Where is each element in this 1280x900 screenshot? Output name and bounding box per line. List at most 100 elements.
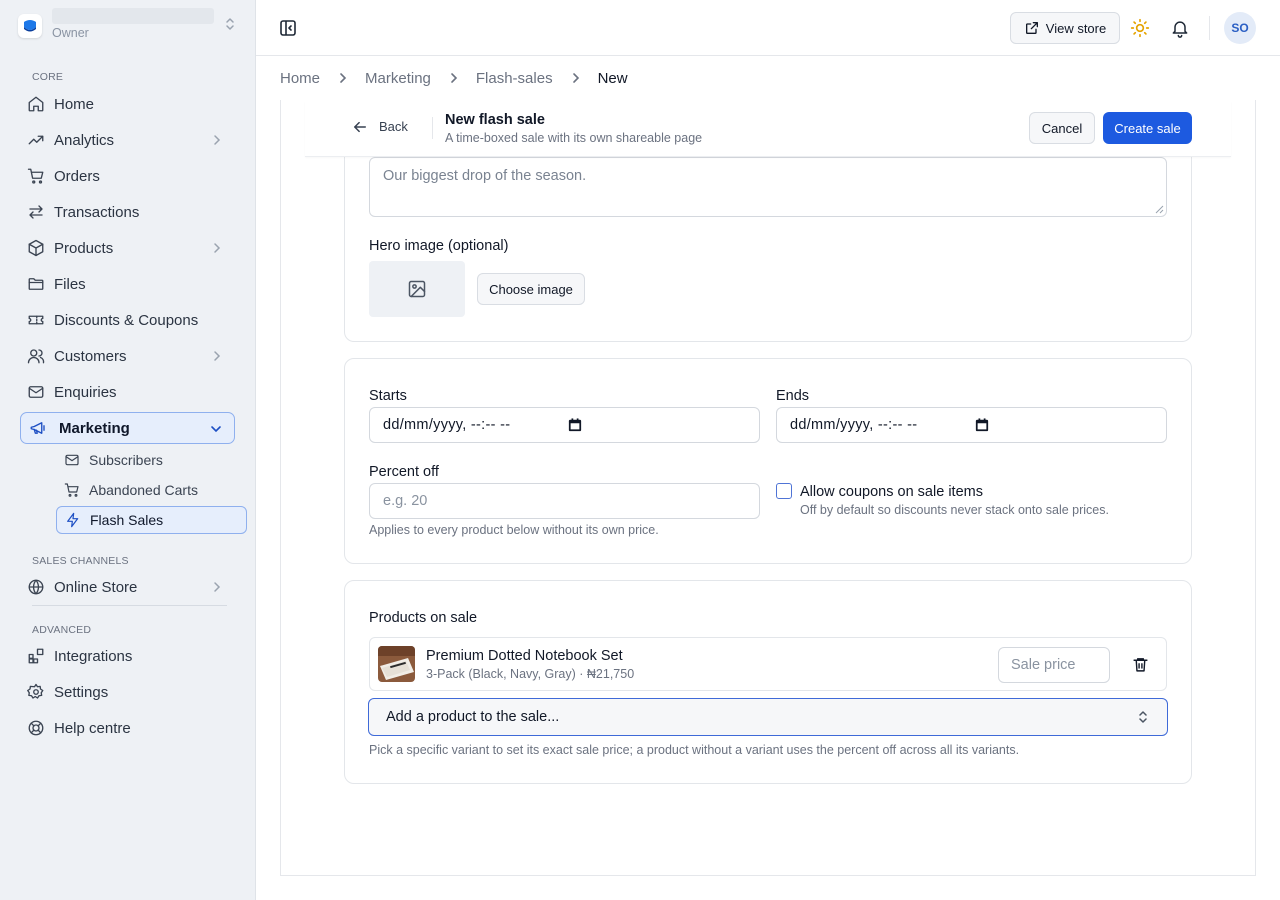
view-store-label: View store <box>1045 20 1107 36</box>
chevron-up-down-icon <box>1137 710 1149 724</box>
choose-image-button[interactable]: Choose image <box>477 273 585 305</box>
sidebar-item-label: Orders <box>54 167 100 185</box>
sidebar-item-label: Flash Sales <box>90 512 164 528</box>
folder-icon <box>27 275 45 293</box>
page-subtitle: A time-boxed sale with its own shareable… <box>445 131 703 145</box>
sidebar-item-label: Transactions <box>54 203 140 221</box>
sidebar-item-transactions[interactable]: Transactions <box>20 196 235 228</box>
ends-label: Ends <box>776 388 810 404</box>
store-role: Owner <box>52 26 89 40</box>
header-divider <box>432 117 433 139</box>
sidebar-item-label: Subscribers <box>89 452 163 468</box>
sidebar-item-label: Abandoned Carts <box>89 482 198 498</box>
sidebar-item-home[interactable]: Home <box>20 88 235 120</box>
sidebar-item-integrations[interactable]: Integrations <box>20 640 235 672</box>
avatar[interactable]: SO <box>1224 12 1256 44</box>
sidebar-subitem-flash-sales[interactable]: Flash Sales <box>56 506 247 534</box>
sidebar-item-files[interactable]: Files <box>20 268 235 300</box>
sidebar-item-label: Home <box>54 95 95 113</box>
sidebar-item-label: Products <box>54 239 114 257</box>
sun-icon[interactable] <box>1130 18 1150 38</box>
back-button[interactable]: Back <box>353 119 408 134</box>
globe-icon <box>27 578 45 596</box>
package-icon <box>27 239 45 257</box>
description-textarea[interactable]: Our biggest drop of the season. <box>369 157 1167 217</box>
breadcrumb-current: New <box>597 69 628 87</box>
sale-price-input[interactable]: Sale price <box>998 647 1110 683</box>
sidebar-item-enquiries[interactable]: Enquiries <box>20 376 235 408</box>
products-help: Pick a specific variant to set its exact… <box>369 743 1020 757</box>
sidebar-item-marketing[interactable]: Marketing <box>20 412 235 444</box>
ends-value: dd/mm/yyyy, --:-- -- <box>790 417 918 433</box>
sidebar-subitem-abandoned-carts[interactable]: Abandoned Carts <box>56 476 247 504</box>
sidebar-toggle-icon[interactable] <box>278 18 298 38</box>
chevron-right-icon <box>570 71 582 85</box>
ticket-icon <box>27 311 45 329</box>
gear-icon <box>27 683 45 701</box>
starts-label: Starts <box>369 388 407 404</box>
create-sale-button[interactable]: Create sale <box>1103 112 1192 144</box>
view-store-button[interactable]: View store <box>1010 12 1120 44</box>
topbar: View store SO <box>256 0 1280 56</box>
starts-datetime-input[interactable]: dd/mm/yyyy, --:-- -- <box>369 407 760 443</box>
sidebar-item-customers[interactable]: Customers <box>20 340 235 372</box>
percent-off-help: Applies to every product below without i… <box>369 523 659 537</box>
section-label-sales-channels: SALES CHANNELS <box>32 555 129 567</box>
image-icon <box>407 279 427 299</box>
lifebuoy-icon <box>27 719 45 737</box>
sidebar-item-online-store[interactable]: Online Store <box>20 571 235 603</box>
sidebar-divider <box>32 605 227 606</box>
store-logo-icon <box>18 14 42 38</box>
product-name: Premium Dotted Notebook Set <box>426 648 623 664</box>
breadcrumb-marketing[interactable]: Marketing <box>365 70 431 87</box>
breadcrumb: Home Marketing Flash-sales New <box>280 68 628 88</box>
cancel-button[interactable]: Cancel <box>1029 112 1095 144</box>
allow-coupons-checkbox[interactable] <box>776 483 792 499</box>
breadcrumb-home[interactable]: Home <box>280 70 320 87</box>
percent-off-input[interactable]: e.g. 20 <box>369 483 760 519</box>
description-placeholder: Our biggest drop of the season. <box>383 168 587 184</box>
store-switcher[interactable]: Owner <box>16 8 240 48</box>
sidebar: Owner CORE Home Analytics Orders Transac… <box>0 0 256 900</box>
allow-coupons-help: Off by default so discounts never stack … <box>800 503 1109 517</box>
sidebar-item-label: Analytics <box>54 131 115 149</box>
arrows-left-right-icon <box>27 203 45 221</box>
sidebar-item-label: Customers <box>54 347 127 365</box>
add-product-select[interactable]: Add a product to the sale... <box>368 698 1168 736</box>
bell-icon[interactable] <box>1170 18 1190 38</box>
breadcrumb-flash-sales[interactable]: Flash-sales <box>476 70 553 87</box>
trash-icon[interactable] <box>1132 656 1149 673</box>
cart-icon <box>64 482 80 498</box>
product-details: 3-Pack (Black, Navy, Gray) · ₦21,750 <box>426 667 635 681</box>
sidebar-subitem-subscribers[interactable]: Subscribers <box>56 446 247 474</box>
cart-icon <box>27 167 45 185</box>
users-icon <box>27 347 45 365</box>
chevron-right-icon <box>337 71 349 85</box>
sidebar-item-products[interactable]: Products <box>20 232 235 264</box>
hero-image-preview <box>369 261 465 317</box>
blocks-icon <box>27 647 45 665</box>
sidebar-item-label: Integrations <box>54 647 133 665</box>
external-link-icon <box>1024 20 1040 36</box>
percent-off-label: Percent off <box>369 464 439 480</box>
sidebar-item-orders[interactable]: Orders <box>20 160 235 192</box>
resize-handle-icon[interactable] <box>1154 204 1164 214</box>
chevron-right-icon <box>209 240 225 256</box>
sidebar-item-analytics[interactable]: Analytics <box>20 124 235 156</box>
ends-datetime-input[interactable]: dd/mm/yyyy, --:-- -- <box>776 407 1167 443</box>
sale-price-placeholder: Sale price <box>1011 657 1076 673</box>
mail-icon <box>27 383 45 401</box>
sidebar-item-discounts[interactable]: Discounts & Coupons <box>20 304 235 336</box>
sidebar-item-label: Enquiries <box>54 383 117 401</box>
calendar-icon[interactable] <box>568 418 582 432</box>
sidebar-item-settings[interactable]: Settings <box>20 676 235 708</box>
section-label-advanced: ADVANCED <box>32 624 92 636</box>
chevron-down-icon <box>208 421 224 437</box>
sidebar-item-label: Settings <box>54 683 109 701</box>
sidebar-item-help-centre[interactable]: Help centre <box>20 712 235 744</box>
allow-coupons-label[interactable]: Allow coupons on sale items <box>800 484 983 500</box>
sidebar-item-label: Marketing <box>59 419 130 437</box>
calendar-icon[interactable] <box>975 418 989 432</box>
topbar-divider <box>1209 16 1210 40</box>
home-icon <box>27 95 45 113</box>
